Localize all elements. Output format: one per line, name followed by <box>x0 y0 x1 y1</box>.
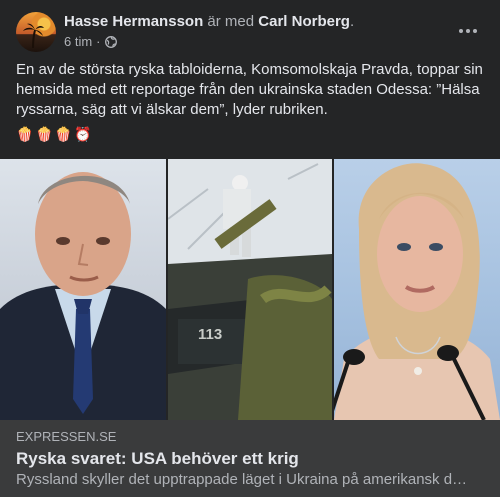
link-preview-image[interactable]: 113 <box>0 159 500 420</box>
post-timestamp[interactable]: 6 tim <box>64 34 92 50</box>
image-panel-soldier-snow: 113 <box>168 159 332 420</box>
facebook-post: Hasse Hermansson är med Carl Norberg. 6 … <box>0 0 500 497</box>
link-preview-card[interactable]: EXPRESSEN.SE Ryska svaret: USA behöver e… <box>0 420 500 497</box>
vehicle-number: 113 <box>198 326 222 343</box>
popcorn-emoji: 🍿 <box>35 127 53 143</box>
post-author-line: Hasse Hermansson är med Carl Norberg. <box>64 12 354 32</box>
meta-separator: · <box>96 34 101 49</box>
link-description: Ryssland skyller det upptrappade läget i… <box>16 471 468 488</box>
tagged-person[interactable]: Carl Norberg <box>258 13 350 30</box>
image-panel-woman-speaking <box>334 159 500 420</box>
image-panel-man-in-suit <box>0 159 166 420</box>
palm-tree-icon <box>23 23 44 48</box>
period: . <box>349 13 355 30</box>
author-name[interactable]: Hasse Hermansson <box>64 13 203 30</box>
link-title[interactable]: Ryska svaret: USA behöver ett krig <box>16 448 299 470</box>
post-text: En av de största ryska tabloiderna, Koms… <box>16 61 483 118</box>
post-meta: 6 tim · <box>64 34 117 50</box>
with-text: är med <box>203 13 259 30</box>
author-avatar[interactable] <box>16 12 56 52</box>
emoji-row: 🍿 🍿 🍿 ⏰ <box>16 127 92 143</box>
alarm-clock-emoji: ⏰ <box>74 127 92 143</box>
post-header: Hasse Hermansson är med Carl Norberg. 6 … <box>16 11 484 52</box>
popcorn-emoji: 🍿 <box>16 127 34 143</box>
popcorn-emoji: 🍿 <box>54 127 73 143</box>
more-options-icon[interactable] <box>456 19 480 43</box>
globe-icon[interactable] <box>104 36 117 48</box>
link-domain: EXPRESSEN.SE <box>16 429 117 444</box>
